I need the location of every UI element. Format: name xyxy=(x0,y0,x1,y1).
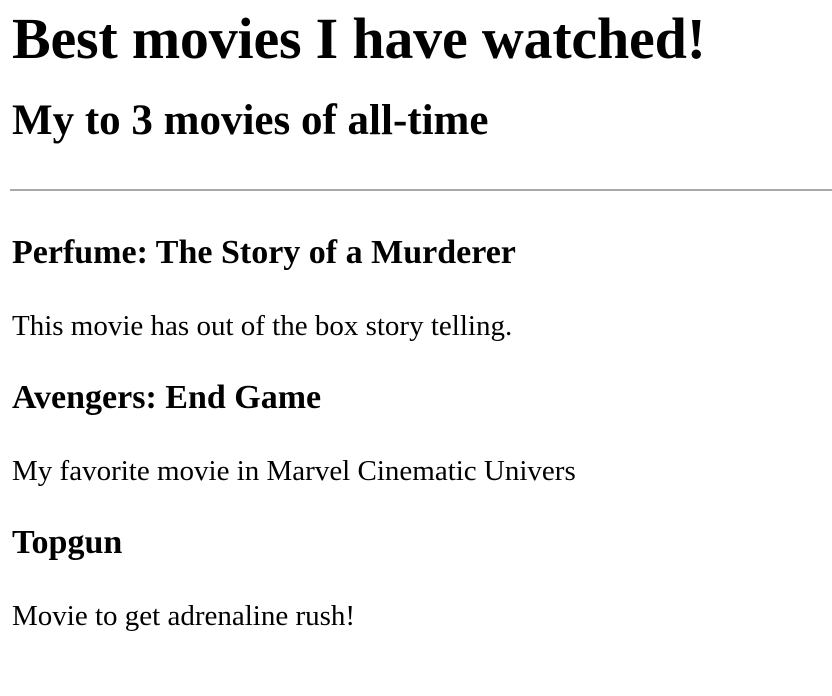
page-subtitle: My to 3 movies of all-time xyxy=(12,97,489,144)
movie-description: This movie has out of the box story tell… xyxy=(12,310,513,342)
movie-title: Avengers: End Game xyxy=(12,379,322,416)
page-content: Best movies I have watched! My to 3 movi… xyxy=(0,0,832,634)
movie-description: My favorite movie in Marvel Cinematic Un… xyxy=(12,455,576,487)
movie-item-topgun: Topgun Movie to get adrenaline rush! xyxy=(12,523,832,634)
movie-list: Perfume: The Story of a Murderer This mo… xyxy=(12,233,832,634)
divider xyxy=(10,189,832,191)
movie-description: Movie to get adrenaline rush! xyxy=(12,600,356,632)
movie-item-perfume: Perfume: The Story of a Murderer This mo… xyxy=(12,233,832,344)
movie-title: Perfume: The Story of a Murderer xyxy=(12,234,516,271)
page-title: Best movies I have watched! xyxy=(12,6,706,71)
movie-title: Topgun xyxy=(12,524,123,561)
movie-item-avengers: Avengers: End Game My favorite movie in … xyxy=(12,378,832,489)
